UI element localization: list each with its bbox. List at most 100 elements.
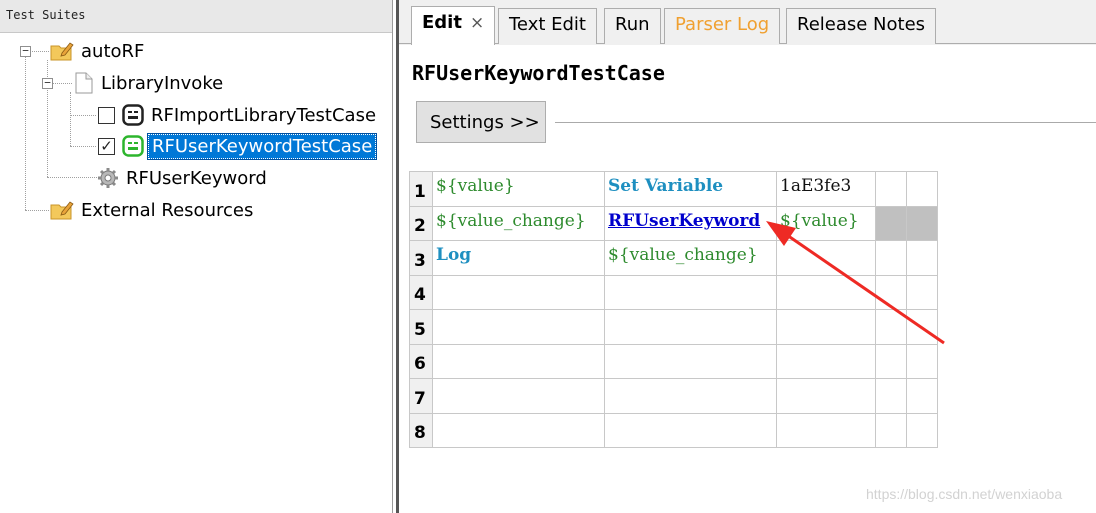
- close-icon[interactable]: ×: [470, 13, 484, 33]
- tab-text-edit[interactable]: Text Edit: [498, 8, 597, 44]
- tree-node-external-resources[interactable]: External Resources: [50, 196, 256, 224]
- grid-cell[interactable]: [875, 171, 907, 207]
- tree-node-rfuserkeywordtestcase[interactable]: ✓ RFUserKeywordTestCase: [98, 132, 378, 160]
- grid-cell[interactable]: [875, 378, 907, 414]
- row-number: 3: [409, 240, 433, 276]
- grid-cell[interactable]: [875, 412, 907, 448]
- grid-cell[interactable]: [776, 240, 876, 276]
- test-suites-header: Test Suites: [0, 0, 392, 33]
- grid-cell[interactable]: [906, 412, 938, 448]
- table-row: 2 ${value_change} RFUserKeyword ${value}: [409, 205, 938, 241]
- grid-cell[interactable]: [906, 240, 938, 276]
- row-number: 6: [409, 343, 433, 379]
- grid-cell[interactable]: [875, 309, 907, 345]
- row-number: 8: [409, 412, 433, 448]
- editor-panel: Edit × Text Edit Run Parser Log Release N…: [396, 0, 1096, 513]
- tree-node-libraryinvoke[interactable]: LibraryInvoke: [74, 69, 226, 97]
- grid-cell[interactable]: Set Variable: [604, 171, 777, 207]
- table-row: 1 ${value} Set Variable 1aE3fe3: [409, 171, 938, 207]
- test-case-checkbox-checked[interactable]: ✓: [98, 137, 115, 155]
- tree-node-rfimportlibrarytestcase[interactable]: RFImportLibraryTestCase: [98, 101, 379, 129]
- test-case-checkbox[interactable]: [98, 106, 115, 124]
- grid-cell[interactable]: Log: [432, 240, 605, 276]
- grid-cell[interactable]: [432, 378, 605, 414]
- tab-run[interactable]: Run: [604, 8, 661, 44]
- grid-cell[interactable]: [776, 412, 876, 448]
- gear-icon: [98, 168, 118, 188]
- grid-cell[interactable]: [776, 274, 876, 310]
- tab-parser-log[interactable]: Parser Log: [664, 8, 781, 44]
- grid-cell[interactable]: ${value}: [432, 171, 605, 207]
- tree-node-autorf[interactable]: autoRF: [50, 37, 147, 65]
- grid-cell[interactable]: [906, 378, 938, 414]
- grid-cell[interactable]: [604, 412, 777, 448]
- tab-label: Parser Log: [675, 14, 770, 35]
- tab-label: Text Edit: [509, 14, 586, 35]
- grid-cell[interactable]: [604, 343, 777, 379]
- table-row: 4: [409, 274, 938, 310]
- row-number: 7: [409, 378, 433, 414]
- grid-cell[interactable]: [776, 378, 876, 414]
- grid-cell[interactable]: 1aE3fe3: [776, 171, 876, 207]
- grid-cell[interactable]: [875, 343, 907, 379]
- tree-node-label: External Resources: [81, 199, 254, 221]
- grid-cell[interactable]: [604, 274, 777, 310]
- tree-connector: [25, 48, 26, 210]
- grid-cell[interactable]: ${value_change}: [432, 205, 605, 241]
- test-case-editor: RFUserKeywordTestCase Settings >> 1 ${va…: [399, 45, 1096, 513]
- grid-cell[interactable]: [875, 274, 907, 310]
- settings-divider: [555, 122, 1096, 123]
- table-row: 5: [409, 309, 938, 345]
- tree-connector: [70, 115, 96, 116]
- grid-cell[interactable]: [432, 412, 605, 448]
- grid-cell[interactable]: [432, 274, 605, 310]
- folder-edit-icon: [50, 42, 74, 61]
- grid-cell[interactable]: [875, 240, 907, 276]
- grid-cell[interactable]: [604, 309, 777, 345]
- tab-label: Release Notes: [797, 14, 926, 35]
- tab-label: Edit: [422, 12, 462, 33]
- grid-cell[interactable]: [432, 343, 605, 379]
- keyword-grid: 1 ${value} Set Variable 1aE3fe3 2 ${valu…: [409, 171, 938, 448]
- file-icon: [75, 72, 93, 94]
- tree-connector: [25, 210, 49, 211]
- tree-connector: [70, 92, 71, 146]
- tree-node-label: autoRF: [81, 40, 145, 62]
- test-case-title: RFUserKeywordTestCase: [412, 61, 665, 85]
- grid-cell[interactable]: [875, 205, 907, 241]
- grid-cell[interactable]: [906, 205, 938, 241]
- tree-node-rfuserkeyword[interactable]: RFUserKeyword: [97, 164, 270, 192]
- table-row: 8: [409, 412, 938, 448]
- table-row: 3 Log ${value_change}: [409, 240, 938, 276]
- row-number: 5: [409, 309, 433, 345]
- robot-icon: [122, 135, 144, 157]
- row-number: 4: [409, 274, 433, 310]
- tree-node-label: LibraryInvoke: [101, 72, 224, 94]
- grid-cell[interactable]: [906, 274, 938, 310]
- tree-connector: [70, 146, 96, 147]
- collapse-toggle-autorf[interactable]: −: [20, 45, 31, 57]
- settings-button[interactable]: Settings >>: [416, 101, 546, 143]
- collapse-toggle-libraryinvoke[interactable]: −: [42, 77, 53, 89]
- grid-cell[interactable]: [906, 171, 938, 207]
- tree-node-label: RFUserKeyword: [126, 167, 267, 189]
- grid-cell[interactable]: [906, 309, 938, 345]
- table-row: 6: [409, 343, 938, 379]
- grid-cell-user-keyword[interactable]: RFUserKeyword: [604, 205, 777, 241]
- grid-cell[interactable]: [432, 309, 605, 345]
- grid-cell[interactable]: ${value_change}: [604, 240, 777, 276]
- row-number: 1: [409, 171, 433, 207]
- robot-icon: [122, 104, 144, 126]
- tab-edit[interactable]: Edit ×: [411, 6, 496, 45]
- grid-cell[interactable]: ${value}: [776, 205, 876, 241]
- tree-node-label-selected: RFUserKeywordTestCase: [146, 132, 378, 160]
- folder-edit-icon: [50, 201, 74, 220]
- grid-cell[interactable]: [604, 378, 777, 414]
- grid-cell[interactable]: [776, 343, 876, 379]
- test-suites-panel: Test Suites − − autoRF LibraryInvoke RFI…: [0, 0, 393, 513]
- grid-cell[interactable]: [906, 343, 938, 379]
- tab-label: Run: [615, 14, 650, 35]
- grid-cell[interactable]: [776, 309, 876, 345]
- watermark: https://blog.csdn.net/wenxiaoba: [866, 486, 1063, 502]
- tab-release-notes[interactable]: Release Notes: [786, 8, 937, 44]
